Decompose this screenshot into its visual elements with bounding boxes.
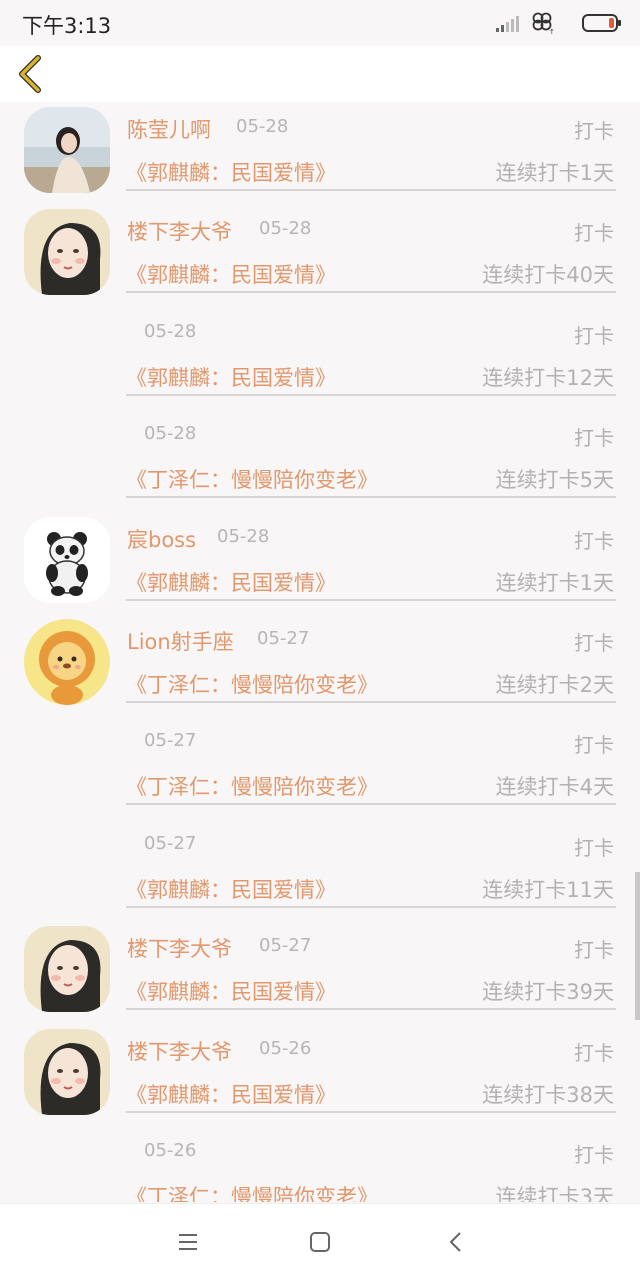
book-title[interactable]: 《丁泽仁：慢慢陪你变老》 xyxy=(126,669,378,699)
list-item[interactable]: 05-27 打卡 《郭麒麟：民国爱情》 连续打卡11天 xyxy=(0,819,640,921)
checkin-tag: 打卡 xyxy=(574,835,614,860)
streak-label: 连续打卡1天 xyxy=(495,570,614,595)
date-label: 05-26 xyxy=(259,1037,312,1059)
book-title[interactable]: 《丁泽仁：慢慢陪你变老》 xyxy=(126,771,378,801)
book-title[interactable]: 《郭麒麟：民国爱情》 xyxy=(126,157,336,187)
date-label: 05-28 xyxy=(217,525,270,547)
user-name[interactable]: Lion射手座 xyxy=(127,626,234,656)
date-label: 05-27 xyxy=(257,627,310,649)
divider xyxy=(126,1008,616,1011)
user-name[interactable]: 楼下李大爷 xyxy=(127,1036,232,1066)
checkin-tag: 打卡 xyxy=(574,426,614,451)
book-title[interactable]: 《丁泽仁：慢慢陪你变老》 xyxy=(126,1181,378,1202)
streak-label: 连续打卡1天 xyxy=(495,161,614,185)
date-label: 05-26 xyxy=(144,1139,197,1161)
streak-label: 连续打卡11天 xyxy=(482,877,614,902)
streak-label: 连续打卡40天 xyxy=(482,263,614,288)
avatar-panda[interactable] xyxy=(24,516,110,603)
divider xyxy=(126,700,616,703)
checkin-tag: 打卡 xyxy=(574,119,614,143)
list-item[interactable]: 05-28 打卡 《郭麒麟：民国爱情》 连续打卡12天 xyxy=(0,307,640,409)
user-name[interactable]: 宸boss xyxy=(127,524,196,554)
book-title[interactable]: 《郭麒麟：民国爱情》 xyxy=(126,976,336,1006)
status-bar: 下午3:13 ↑↓ xyxy=(0,0,640,46)
book-title[interactable]: 《郭麒麟：民国爱情》 xyxy=(126,259,336,289)
streak-label: 连续打卡4天 xyxy=(495,775,614,800)
avatar-illustration-girl[interactable] xyxy=(24,209,110,296)
date-label: 05-27 xyxy=(144,832,197,854)
streak-label: 连续打卡3天 xyxy=(495,1184,614,1202)
user-name[interactable]: 楼下李大爷 xyxy=(127,216,232,246)
date-label: 05-27 xyxy=(144,730,197,752)
divider xyxy=(126,905,616,908)
streak-label: 连续打卡12天 xyxy=(482,365,614,390)
checkin-tag: 打卡 xyxy=(574,221,614,246)
list-item[interactable]: 05-28 打卡 《丁泽仁：慢慢陪你变老》 连续打卡5天 xyxy=(0,409,640,511)
scrollbar[interactable] xyxy=(635,872,640,1020)
date-label: 05-28 xyxy=(236,116,289,137)
list-item[interactable]: Lion射手座 05-27 打卡 《丁泽仁：慢慢陪你变老》 连续打卡2天 xyxy=(0,614,640,716)
book-title[interactable]: 《郭麒麟：民国爱情》 xyxy=(126,874,336,904)
divider xyxy=(126,1110,616,1113)
status-time: 下午3:13 xyxy=(22,14,112,38)
book-title[interactable]: 《郭麒麟：民国爱情》 xyxy=(126,567,336,597)
list-item[interactable]: 05-27 打卡 《丁泽仁：慢慢陪你变老》 连续打卡4天 xyxy=(0,716,640,818)
divider xyxy=(126,496,616,499)
menu-icon[interactable] xyxy=(176,1230,200,1254)
date-label: 05-28 xyxy=(259,218,312,240)
divider xyxy=(126,598,616,601)
date-label: 05-28 xyxy=(144,320,197,342)
date-label: 05-28 xyxy=(144,423,197,445)
book-title[interactable]: 《丁泽仁：慢慢陪你变老》 xyxy=(126,464,378,494)
avatar-lion[interactable] xyxy=(24,618,110,705)
divider xyxy=(126,291,616,294)
list-item[interactable]: 楼下李大爷 05-26 打卡 《郭麒麟：民国爱情》 连续打卡38天 xyxy=(0,1024,640,1126)
streak-label: 连续打卡39天 xyxy=(482,980,614,1005)
streak-label: 连续打卡2天 xyxy=(495,672,614,697)
checkin-tag: 打卡 xyxy=(574,630,614,655)
avatar-photo-girl[interactable] xyxy=(24,107,110,193)
avatar-illustration-girl[interactable] xyxy=(24,926,110,1013)
clover-icon: ↑↓ xyxy=(532,12,556,34)
back-arrow-icon[interactable] xyxy=(444,1230,468,1254)
date-label: 05-27 xyxy=(259,935,312,957)
streak-label: 连续打卡38天 xyxy=(482,1082,614,1107)
list-item[interactable]: 05-26 打卡 《丁泽仁：慢慢陪你变老》 连续打卡3天 xyxy=(0,1126,640,1202)
list-item[interactable]: 楼下李大爷 05-28 打卡 《郭麒麟：民国爱情》 连续打卡40天 xyxy=(0,204,640,306)
checkin-tag: 打卡 xyxy=(574,938,614,963)
book-title[interactable]: 《郭麒麟：民国爱情》 xyxy=(126,362,336,392)
user-name[interactable]: 陈莹儿啊 xyxy=(127,114,211,144)
header-bar xyxy=(0,46,640,102)
list-item[interactable]: 宸boss 05-28 打卡 《郭麒麟：民国爱情》 连续打卡1天 xyxy=(0,512,640,614)
divider xyxy=(126,803,616,806)
home-square-icon[interactable] xyxy=(308,1230,332,1254)
signal-icon xyxy=(496,16,519,32)
battery-icon xyxy=(582,14,621,32)
book-title[interactable]: 《郭麒麟：民国爱情》 xyxy=(126,1079,336,1109)
checkin-tag: 打卡 xyxy=(574,733,614,758)
list-item[interactable]: 楼下李大爷 05-27 打卡 《郭麒麟：民国爱情》 连续打卡39天 xyxy=(0,921,640,1023)
checkin-list: 陈莹儿啊 05-28 打卡 《郭麒麟：民国爱情》 连续打卡1天 楼下李大爷 05… xyxy=(0,102,640,1202)
svg-text:↑↓: ↑↓ xyxy=(549,28,556,34)
checkin-tag: 打卡 xyxy=(574,1040,614,1065)
system-nav-bar xyxy=(0,1203,640,1280)
divider xyxy=(126,189,616,191)
checkin-tag: 打卡 xyxy=(574,323,614,348)
checkin-tag: 打卡 xyxy=(574,528,614,553)
divider xyxy=(126,393,616,396)
avatar-illustration-girl[interactable] xyxy=(24,1028,110,1115)
chevron-left-icon xyxy=(19,55,41,93)
status-icons: ↑↓ xyxy=(472,12,622,34)
back-button[interactable] xyxy=(12,52,52,96)
user-name[interactable]: 楼下李大爷 xyxy=(127,933,232,963)
streak-label: 连续打卡5天 xyxy=(495,468,614,493)
checkin-tag: 打卡 xyxy=(574,1142,614,1167)
list-item[interactable]: 陈莹儿啊 05-28 打卡 《郭麒麟：民国爱情》 连续打卡1天 xyxy=(0,102,640,204)
